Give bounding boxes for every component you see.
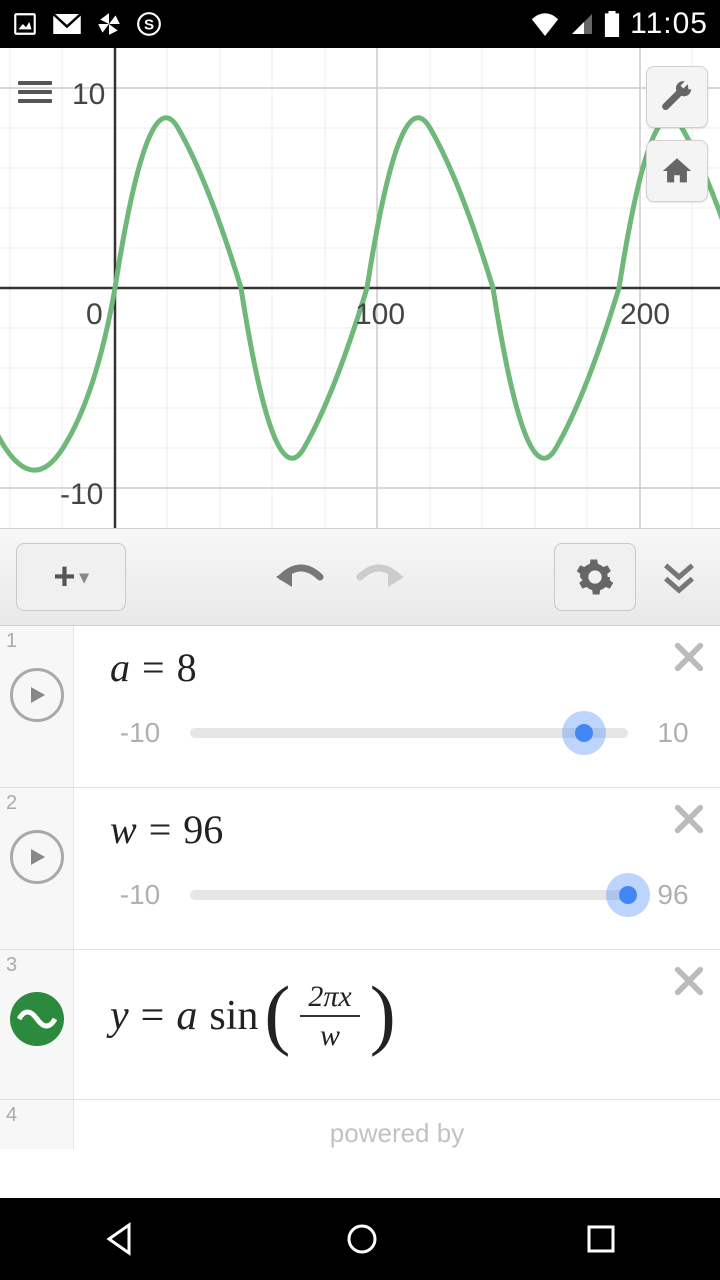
home-button[interactable] bbox=[646, 140, 708, 202]
row-index-label: 3 bbox=[6, 954, 17, 977]
delete-row-button[interactable] bbox=[672, 802, 706, 841]
settings-button[interactable] bbox=[554, 543, 636, 611]
graph-svg bbox=[0, 48, 720, 528]
expression-text[interactable]: y = a sin ( 2πx w ) bbox=[110, 980, 698, 1052]
home-button-nav[interactable] bbox=[342, 1219, 382, 1259]
clock-text: 11:05 bbox=[630, 7, 708, 41]
x-axis-tick-0: 0 bbox=[86, 298, 103, 332]
expressions-list: 1 a=8 -10 10 2 bbox=[0, 626, 720, 1149]
slider-min-label[interactable]: -10 bbox=[110, 717, 170, 749]
picture-icon bbox=[12, 11, 38, 37]
caret-down-icon: ▾ bbox=[80, 567, 89, 588]
row-gutter: 1 bbox=[0, 626, 74, 787]
x-axis-tick-100: 100 bbox=[355, 298, 405, 332]
plus-icon: + bbox=[53, 556, 75, 599]
row-gutter: 3 bbox=[0, 950, 74, 1099]
slider-thumb[interactable] bbox=[575, 724, 593, 742]
slider-max-label[interactable]: 10 bbox=[648, 717, 698, 749]
expression-row: 4 powered by bbox=[0, 1100, 720, 1149]
row-body[interactable]: a=8 -10 10 bbox=[74, 626, 720, 787]
redo-button[interactable] bbox=[352, 557, 406, 597]
expression-row: 2 w=96 -10 96 bbox=[0, 788, 720, 950]
x-axis-tick-200: 200 bbox=[620, 298, 670, 332]
slider-max-label[interactable]: 96 bbox=[648, 879, 698, 911]
row-index-label: 4 bbox=[6, 1104, 17, 1127]
pinwheel-icon bbox=[96, 11, 122, 37]
expression-toolbar: +▾ bbox=[0, 528, 720, 626]
slider: -10 96 bbox=[110, 879, 698, 911]
row-gutter: 2 bbox=[0, 788, 74, 949]
close-icon bbox=[672, 802, 706, 836]
recent-apps-button[interactable] bbox=[583, 1221, 619, 1257]
slider: -10 10 bbox=[110, 717, 698, 749]
expression-text[interactable]: a=8 bbox=[110, 644, 698, 691]
collapse-chevrons-button[interactable] bbox=[654, 543, 704, 611]
slider-thumb[interactable] bbox=[619, 886, 637, 904]
svg-text:S: S bbox=[144, 16, 154, 33]
android-status-bar: S 11:05 bbox=[0, 0, 720, 48]
expression-row: 1 a=8 -10 10 bbox=[0, 626, 720, 788]
wrench-icon bbox=[660, 80, 694, 114]
back-button[interactable] bbox=[101, 1219, 141, 1259]
delete-row-button[interactable] bbox=[672, 964, 706, 1003]
close-icon bbox=[672, 964, 706, 998]
wrench-button[interactable] bbox=[646, 66, 708, 128]
android-nav-bar bbox=[0, 1198, 720, 1280]
slider-min-label[interactable]: -10 bbox=[110, 879, 170, 911]
wifi-icon bbox=[530, 12, 560, 36]
cell-signal-icon bbox=[570, 12, 594, 36]
gear-icon bbox=[575, 557, 615, 597]
circle-s-icon: S bbox=[136, 11, 162, 37]
row-body[interactable]: y = a sin ( 2πx w ) bbox=[74, 950, 720, 1099]
row-index-label: 2 bbox=[6, 792, 17, 815]
delete-row-button[interactable] bbox=[672, 640, 706, 679]
powered-by-text: powered by bbox=[74, 1100, 720, 1149]
row-gutter: 4 bbox=[0, 1100, 74, 1149]
expression-row: 3 y = a sin ( 2πx w ) bbox=[0, 950, 720, 1100]
graph-canvas[interactable]: 10 -10 0 100 200 bbox=[0, 48, 720, 528]
add-expression-button[interactable]: +▾ bbox=[16, 543, 126, 611]
expression-text[interactable]: w=96 bbox=[110, 806, 698, 853]
wave-icon bbox=[17, 1007, 57, 1031]
mail-icon bbox=[52, 11, 82, 37]
slider-track[interactable] bbox=[190, 728, 628, 738]
row-body[interactable]: w=96 -10 96 bbox=[74, 788, 720, 949]
close-icon bbox=[672, 640, 706, 674]
y-axis-tick-top: 10 bbox=[72, 78, 105, 112]
y-axis-tick-bottom: -10 bbox=[60, 478, 103, 512]
undo-button[interactable] bbox=[274, 557, 328, 597]
function-color-swatch[interactable] bbox=[10, 992, 64, 1046]
chevron-double-down-icon bbox=[659, 557, 699, 597]
row-index-label: 1 bbox=[6, 630, 17, 653]
battery-icon bbox=[604, 11, 620, 37]
slider-track[interactable] bbox=[190, 890, 628, 900]
home-icon bbox=[660, 154, 694, 188]
menu-hamburger-icon[interactable] bbox=[18, 76, 52, 108]
play-slider-button[interactable] bbox=[10, 830, 64, 884]
play-slider-button[interactable] bbox=[10, 668, 64, 722]
